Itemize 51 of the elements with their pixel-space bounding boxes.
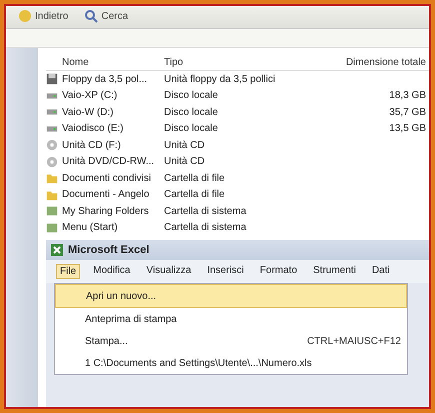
table-cell-text: Unità CD [164,156,206,168]
table-cell-text: 18,3 GB [388,90,426,102]
menu-item[interactable]: Modifica [90,264,134,279]
menu-item[interactable]: Strumenti [310,264,359,279]
column-header[interactable]: Tipo [164,56,334,68]
menu-item[interactable]: File [56,264,80,279]
shortcut-label: CTRL+MAIUSC+F12 [307,336,401,346]
menu-item[interactable]: Stampa... CTRL+MAIUSC+F12 [55,330,407,352]
column-header[interactable]: Dimensione totale [334,56,426,68]
floppy-icon [46,73,58,86]
menu-item[interactable]: Visualizza [143,264,194,279]
table-cell-text: My Sharing Folders [62,206,150,217]
menu-item-label: Apri un nuovo... [86,290,156,302]
table-cell-text: Cartella di sistema [164,206,248,217]
table-cell-text: Documenti condivisi [62,172,152,184]
table-cell-text: Vaio-W (D:) [62,106,114,118]
toolbar-button[interactable]: Indietro [14,7,72,25]
table-cell-text: Disco locale [164,90,219,102]
disc-icon [46,139,58,152]
address-bar[interactable] [4,29,431,48]
table-cell-text: Documenti - Angelo [62,189,150,200]
toolbar-button[interactable]: Cerca [80,7,132,25]
table-cell-text: Floppy da 3,5 pol... [62,74,148,85]
table-cell-text: Unità CD [164,140,206,151]
disc-icon [46,156,58,168]
table-cell-text: Disco locale [164,106,219,118]
table-cell-text: 13,5 GB [388,123,426,134]
spreadsheet-icon [50,243,64,257]
menu-item[interactable]: Dati [368,264,393,279]
table-cell-text: Unità CD (F:) [62,140,122,151]
search-icon [84,9,98,23]
menu-item-label: Stampa... [85,336,128,346]
table-cell-text: Vaiodisco (E:) [62,123,125,134]
table-cell-text: Unità DVD/CD-RW... [62,156,156,168]
table-cell-text: Cartella di file [164,172,226,184]
table-cell-text: Vaio-XP (C:) [62,90,118,102]
menu-item[interactable]: Formato [256,264,300,279]
menu-item[interactable]: Anteprima di stampa [55,308,407,330]
menu-item[interactable]: 1 C:\Documents and Settings\Utente\...\Numero.xls [55,352,407,374]
menu-item-label: Anteprima di stampa [85,314,177,324]
table-cell-text: 35,7 GB [388,106,426,118]
table-cell-text: Disco locale [164,123,219,134]
table-cell-text: Menu (Start) [62,222,119,234]
menu-item[interactable]: Inserisci [204,264,247,279]
menu-item[interactable]: Apri un nuovo... [55,284,407,308]
table-cell-text: Cartella di file [164,189,226,200]
menu-item-label: 1 C:\Documents and Settings\Utente\...\Numero.xls [85,358,312,368]
window-title: Microsoft Excel [68,244,150,256]
table-cell-text: Unità floppy da 3,5 pollici [164,74,276,85]
table-cell-text: Cartella di sistema [164,222,248,234]
column-header[interactable]: Nome [46,56,164,68]
